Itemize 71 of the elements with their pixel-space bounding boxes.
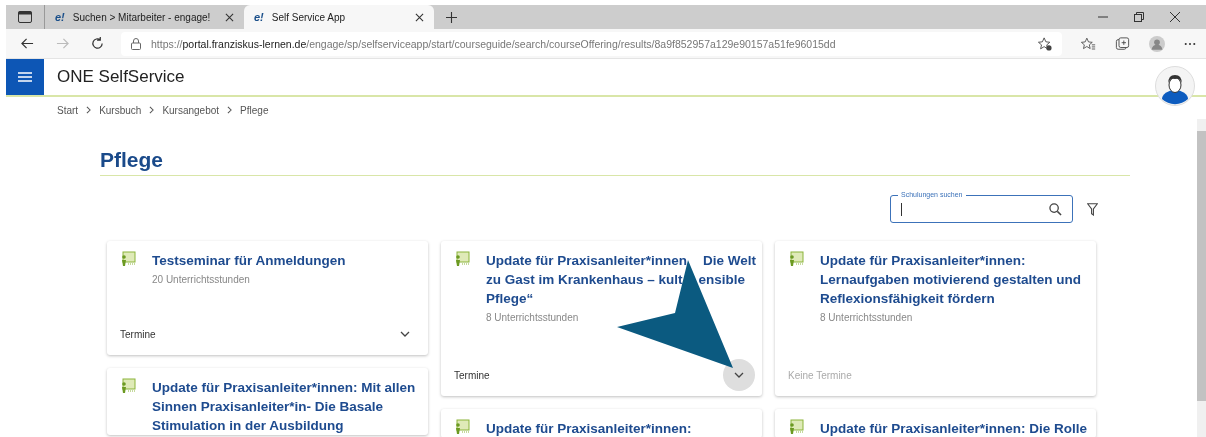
- address-field[interactable]: https://portal.franziskus-lernen.de/engage/sp/selfserviceapp/start/courseguide/search/courseOffering/results/8a9f852957a129e90157a51fe96015dd: [121, 31, 1062, 56]
- course-hours: 8 Unterrichtsstunden: [820, 312, 914, 323]
- course-title[interactable]: Lernaufgaben motivierend gestalten und: [820, 270, 1082, 289]
- chevron-down-icon: [400, 331, 410, 337]
- chevron-right-icon: [86, 106, 92, 114]
- course-title[interactable]: Reflexionsfähigkeit fördern: [820, 289, 995, 308]
- course-title[interactable]: Update für Praxisanleiter*innen:: [820, 251, 1026, 270]
- favorites-icon[interactable]: [1081, 36, 1096, 51]
- add-favorite-icon[interactable]: [1038, 36, 1052, 51]
- filter-icon[interactable]: [1087, 202, 1098, 216]
- course-title[interactable]: Die Welt: [703, 251, 757, 270]
- course-card[interactable]: Update für Praxisanleiter*innen:: [441, 409, 762, 437]
- course-title[interactable]: Testseminar für Anmeldungen: [152, 251, 346, 270]
- breadcrumb-link[interactable]: Pflege: [240, 104, 269, 116]
- more-icon[interactable]: [1184, 41, 1196, 46]
- presentation-icon: [788, 419, 804, 435]
- course-title[interactable]: zu Gast im Krankenhaus – kult: [486, 270, 683, 289]
- chevron-down-icon: [734, 372, 744, 378]
- course-title[interactable]: Update für Praxisanleiter*innen: Die Rolle: [820, 419, 1088, 437]
- breadcrumb-link[interactable]: Kursbuch: [99, 104, 142, 116]
- collections-icon[interactable]: [1115, 36, 1130, 51]
- presentation-icon: [454, 251, 470, 267]
- course-card[interactable]: Update für Praxisanleiter*innen: Mit allen Sinnen Praxisanleiter*in- Die Basale Stimulation in der Ausbildung: [107, 368, 428, 435]
- course-title[interactable]: Update für Praxisanleiter*innen: [486, 251, 688, 270]
- close-icon[interactable]: [1170, 12, 1180, 22]
- lock-icon: [131, 37, 141, 50]
- tab-title: Suchen > Mitarbeiter - engage!: [72, 11, 212, 23]
- site-logo: e!: [254, 11, 264, 23]
- dates-label: Termine: [120, 328, 156, 340]
- course-card[interactable]: Update für Praxisanleiter*innen Die Welt zu Gast im Krankenhaus – kult ensible Pflege“ 8 Unterrichtsstunden Termine: [441, 241, 762, 396]
- new-tab-icon[interactable]: [446, 11, 457, 23]
- restore-icon[interactable]: [1134, 12, 1144, 22]
- scrollbar[interactable]: [1197, 119, 1206, 437]
- course-hours: 20 Unterrichtsstunden: [152, 274, 251, 285]
- course-card[interactable]: Update für Praxisanleiter*innen: Die Rolle: [775, 409, 1096, 437]
- app-title: ONE SelfService: [57, 67, 185, 87]
- chevron-right-icon: [227, 106, 233, 114]
- menu-icon: [18, 72, 32, 82]
- tab-title: Self Service App: [271, 11, 347, 23]
- browser-tab[interactable]: e! Self Service App: [244, 5, 434, 29]
- course-card[interactable]: Update für Praxisanleiter*innen: Lernaufgaben motivierend gestalten und Reflexionsfähigkeit fördern 8 Unterrichtsstunden Keine Termine: [775, 241, 1096, 396]
- menu-button[interactable]: [6, 59, 44, 95]
- course-card[interactable]: Testseminar für Anmeldungen 20 Unterrichtsstunden Termine: [107, 241, 428, 355]
- course-title[interactable]: Stimulation in der Ausbildung: [152, 416, 344, 435]
- course-title[interactable]: Pflege“: [486, 289, 534, 308]
- profile-icon[interactable]: [1149, 35, 1165, 52]
- presentation-icon: [454, 419, 470, 435]
- back-arrow-icon[interactable]: [21, 37, 34, 50]
- breadcrumb-link[interactable]: Start: [57, 104, 79, 116]
- chevron-right-icon: [149, 106, 155, 114]
- dates-label: Keine Termine: [788, 369, 852, 381]
- course-title[interactable]: ensible: [698, 270, 746, 289]
- avatar-icon[interactable]: [1155, 66, 1195, 106]
- presentation-icon: [120, 251, 136, 267]
- presentation-icon: [788, 251, 804, 267]
- course-title[interactable]: Update für Praxisanleiter*innen: Mit allen: [152, 378, 416, 397]
- course-title[interactable]: Update für Praxisanleiter*innen:: [486, 419, 692, 437]
- presentation-icon: [120, 378, 136, 394]
- expand-button[interactable]: [723, 359, 755, 391]
- dates-label: Termine: [454, 369, 490, 381]
- tab-actions-icon[interactable]: [18, 11, 32, 23]
- refresh-icon[interactable]: [91, 37, 104, 50]
- course-hours: 8 Unterrichtsstunden: [486, 312, 580, 323]
- page-title: Pflege: [100, 147, 1130, 176]
- search-icon[interactable]: [1049, 202, 1062, 216]
- site-logo: e!: [55, 11, 65, 23]
- close-icon[interactable]: [225, 12, 234, 22]
- course-title[interactable]: Sinnen Praxisanleiter*in- Die Basale: [152, 397, 384, 416]
- url-text: https://portal.franziskus-lernen.de/engage/sp/selfserviceapp/start/courseguide/search/courseOffering/results/8a9f852957a129e90157a51fe96015dd: [151, 37, 837, 50]
- breadcrumb-link[interactable]: Kursangebot: [162, 104, 220, 116]
- close-icon[interactable]: [415, 12, 424, 22]
